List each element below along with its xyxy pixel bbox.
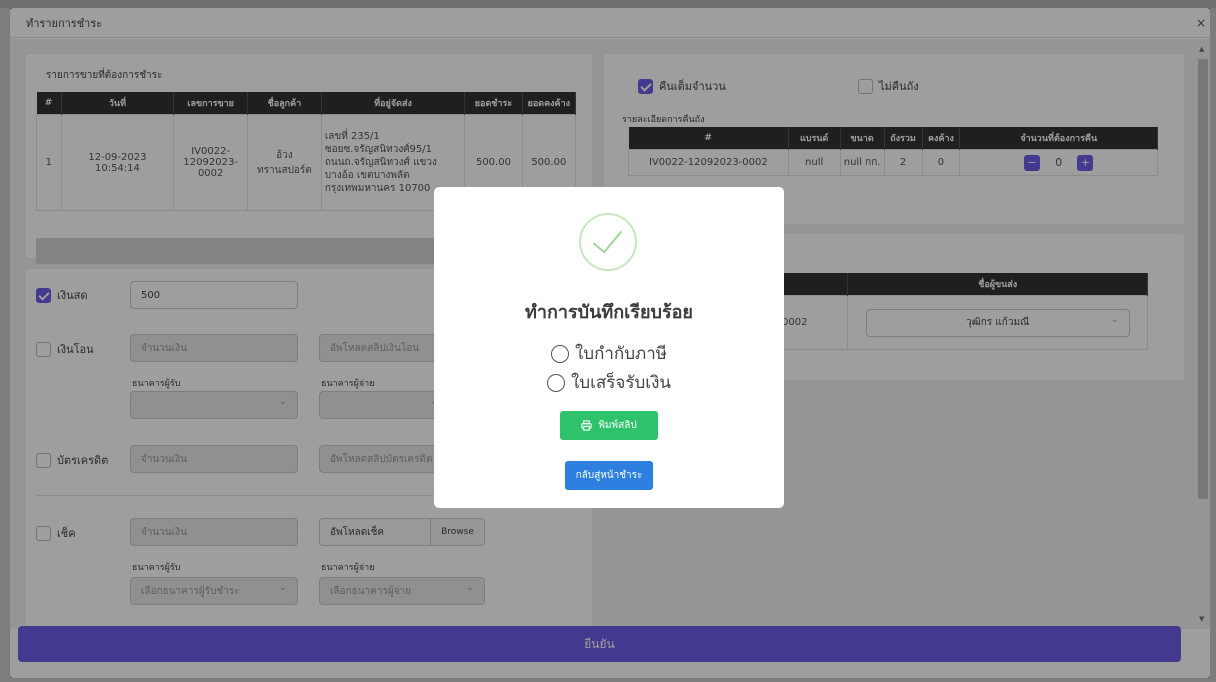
tax-invoice-option[interactable]: ใบกำกับภาษี	[434, 340, 784, 367]
receipt-option[interactable]: ใบเสร็จรับเงิน	[434, 369, 784, 396]
success-dialog: ทำการบันทึกเรียบร้อย ใบกำกับภาษี ใบเสร็จ…	[434, 187, 784, 508]
print-slip-button[interactable]: พิมพ์สลิป	[560, 411, 658, 440]
printer-icon	[581, 420, 592, 431]
back-to-payment-button[interactable]: กลับสู่หน้าชำระ	[565, 461, 653, 490]
print-slip-label: พิมพ์สลิป	[598, 420, 637, 431]
receipt-label: ใบเสร็จรับเงิน	[570, 373, 672, 393]
success-title: ทำการบันทึกเรียบร้อย	[525, 302, 693, 323]
back-to-payment-label: กลับสู่หน้าชำระ	[575, 470, 643, 481]
background-page-edge	[0, 0, 1216, 8]
tax-invoice-label: ใบกำกับภาษี	[575, 344, 667, 364]
check-circle-icon	[579, 213, 637, 271]
tax-invoice-radio[interactable]	[551, 344, 569, 363]
receipt-radio[interactable]	[546, 373, 565, 392]
